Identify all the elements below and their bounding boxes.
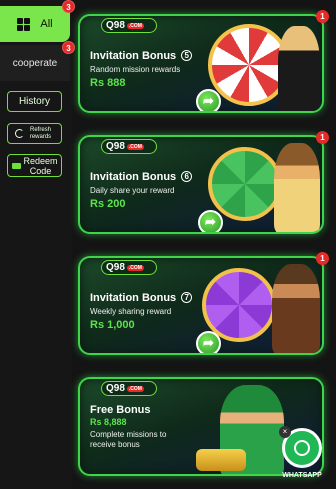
card-title: Invitation Bonus 7 [90,292,193,304]
card-amount: Rs 8,888 [90,417,127,427]
tab-cooperate-label: cooperate [12,57,58,69]
tab-cooperate-badge: 3 [62,41,75,54]
whatsapp-label: WHATSAPP [282,472,322,479]
hostess-image [278,26,320,111]
invitation-bonus-card-5[interactable]: Q98 .COM Invitation Bonus 5 Random missio… [78,14,324,113]
card-badge: 1 [316,10,329,23]
app-root: All 3 cooperate 3 History Refresh reward… [0,0,336,489]
redeem-label: Redeem Code [23,155,58,176]
prize-wheel-image [208,147,282,221]
ticket-icon [11,162,21,169]
tab-cooperate[interactable]: cooperate [0,45,70,81]
tab-all-badge: 3 [62,0,75,13]
tab-all[interactable]: All [0,6,70,42]
card-subtitle: Daily share your reward [90,186,175,195]
sidebar: All 3 cooperate 3 History Refresh reward… [0,0,75,489]
refresh-icon [14,129,24,138]
close-icon[interactable]: × [279,426,291,438]
grid-icon [17,17,31,31]
card-title: Invitation Bonus 5 [90,50,193,62]
q98-logo: Q98 .COM [101,139,157,154]
refresh-label: Refresh rewards [29,126,52,140]
tab-all-label: All [40,18,53,30]
hostess-image [274,143,320,232]
card-amount: Rs 1,000 [90,319,135,331]
invitation-bonus-card-7[interactable]: Q98 .COM Invitation Bonus 7 Weekly sharin… [78,256,324,355]
card-title: Invitation Bonus 6 [90,171,193,183]
card-title: Free Bonus [90,404,151,416]
share-arrow-icon[interactable]: ➦ [198,210,223,232]
redeem-code-button[interactable]: Redeem Code [7,154,62,177]
card-badge: 1 [316,131,329,144]
invitation-bonus-card-6[interactable]: Q98 .COM Invitation Bonus 6 Daily share y… [78,135,324,234]
card-subtitle: Random mission rewards [90,65,181,74]
card-subtitle: Weekly sharing reward [90,307,172,316]
gold-coins-image [196,449,246,471]
history-button[interactable]: History [7,91,62,112]
card-badge: 1 [316,252,329,265]
whatsapp-button[interactable]: × WHATSAPP [279,426,325,484]
history-label: History [18,96,51,107]
card-amount: Rs 888 [90,77,126,89]
q98-logo: Q98 .COM [101,18,157,33]
refresh-rewards-button[interactable]: Refresh rewards [7,123,62,144]
q98-logo: Q98 .COM [101,381,157,396]
card-description: Complete missions to receive bonus [90,430,167,449]
share-arrow-icon[interactable]: ➦ [196,89,221,111]
share-arrow-icon[interactable]: ➦ [196,331,221,353]
cowboy-image [272,264,320,353]
q98-logo: Q98 .COM [101,260,157,275]
card-amount: Rs 200 [90,198,126,210]
